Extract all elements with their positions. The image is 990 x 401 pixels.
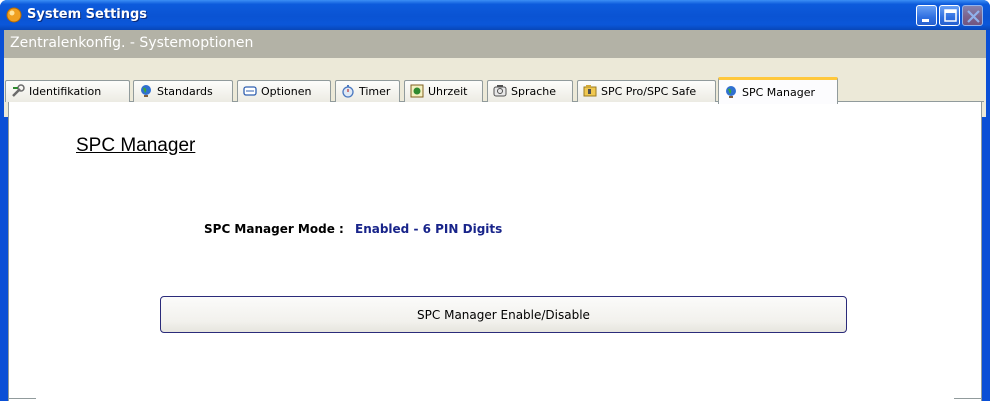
tab-label: SPC Manager [742,86,816,99]
tab-spc-pro-spc-safe[interactable]: SPC Pro/SPC Safe [577,80,716,102]
tab-spc-manager[interactable]: SPC Manager [718,77,838,104]
tab-timer[interactable]: Timer [335,80,400,102]
tab-label: Uhrzeit [428,85,468,98]
minimize-icon [922,19,929,22]
panel-border [8,398,36,399]
window-title: System Settings [27,7,148,22]
language-icon [493,85,507,97]
wrench-icon [12,84,25,97]
globe-icon [726,86,736,98]
breadcrumb: Zentralenkonfig. - Systemoptionen [10,35,254,51]
button-label: SPC Manager Enable/Disable [417,308,590,322]
tab-sprache[interactable]: Sprache [487,80,573,102]
minimize-button[interactable] [916,5,937,26]
options-icon [243,86,257,96]
mode-value: Enabled - 6 PIN Digits [355,222,503,236]
spc-manager-enable-disable-button[interactable]: SPC Manager Enable/Disable [160,296,847,333]
tab-label: Sprache [511,85,557,98]
tab-optionen[interactable]: Optionen [237,80,331,102]
mode-label: SPC Manager Mode : [204,222,344,236]
close-button[interactable] [962,5,983,26]
tab-label: Optionen [261,85,312,98]
close-icon [967,10,980,23]
tab-label: Standards [157,85,213,98]
section-title: SPC Manager [76,135,196,156]
tab-uhrzeit[interactable]: Uhrzeit [404,80,483,102]
timer-icon [342,85,354,98]
title-bar[interactable]: System Settings [0,0,990,30]
maximize-icon [944,9,957,22]
panel-border [954,398,982,399]
folder-icon [583,85,597,97]
breadcrumb-bar: Zentralenkonfig. - Systemoptionen [4,30,986,58]
tab-label: Timer [359,85,391,98]
maximize-button[interactable] [939,5,960,26]
clock-icon [410,84,424,98]
app-icon [6,7,22,23]
tab-label: SPC Pro/SPC Safe [601,85,697,98]
tab-label: Identifikation [29,85,102,98]
tab-identifikation[interactable]: Identifikation [5,80,130,102]
globe-icon [141,85,151,97]
tab-standards[interactable]: Standards [133,80,233,102]
application-window: System Settings Zentralenkonfig. - Syste… [0,0,990,401]
